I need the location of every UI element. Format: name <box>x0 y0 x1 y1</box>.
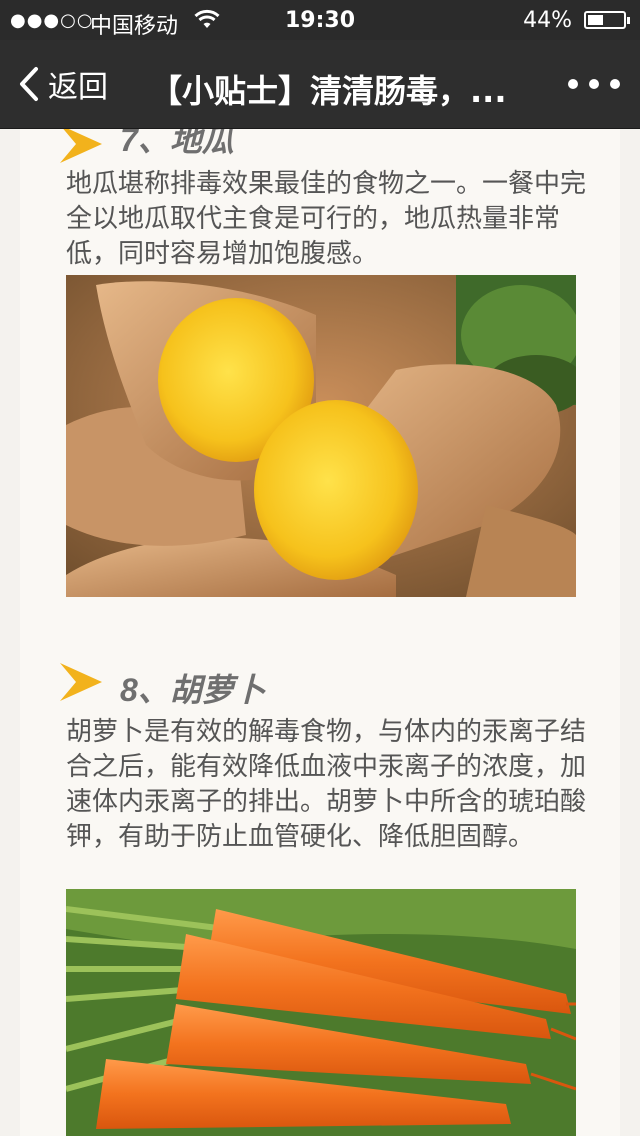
page-title: 【小贴士】清清肠毒，... <box>150 72 507 110</box>
section-heading: 7、地瓜 <box>120 129 234 158</box>
sweet-potato-photo <box>66 275 576 597</box>
back-button[interactable]: 返回 <box>18 64 108 105</box>
article-content: 7、地瓜 地瓜堪称排毒效果最佳的食物之一。一餐中完全以地瓜取代主食是可行的，地瓜… <box>20 129 620 1136</box>
nav-bar: 返回 【小贴士】清清肠毒，... <box>0 40 640 129</box>
more-dots-icon <box>568 79 578 89</box>
battery-fill <box>588 15 603 25</box>
carrot-photo <box>66 889 576 1136</box>
section-body: 地瓜堪称排毒效果最佳的食物之一。一餐中完全以地瓜取代主食是可行的，地瓜热量非常低… <box>66 169 587 269</box>
section-heading: 8、胡萝卜 <box>120 672 266 708</box>
chevron-bullet-icon <box>60 663 102 701</box>
chevron-left-icon <box>20 67 38 101</box>
section-sweet-potato: 7、地瓜 地瓜堪称排毒效果最佳的食物之一。一餐中完全以地瓜取代主食是可行的，地瓜… <box>20 129 620 609</box>
battery-icon <box>584 11 630 29</box>
battery-percent: 44% <box>523 8 572 33</box>
chevron-bullet-icon <box>60 129 102 163</box>
status-bar: ●●●○○ 中国移动 19:30 44% <box>0 0 640 40</box>
more-options-button[interactable] <box>568 68 620 100</box>
section-body: 胡萝卜是有效的解毒食物，与体内的汞离子结合之后，能有效降低血液中汞离子的浓度，加… <box>66 717 587 852</box>
back-label: 返回 <box>48 70 108 105</box>
section-carrot: 8、胡萝卜 胡萝卜是有效的解毒食物，与体内的汞离子结合之后，能有效降低血液中汞离… <box>20 649 620 1136</box>
